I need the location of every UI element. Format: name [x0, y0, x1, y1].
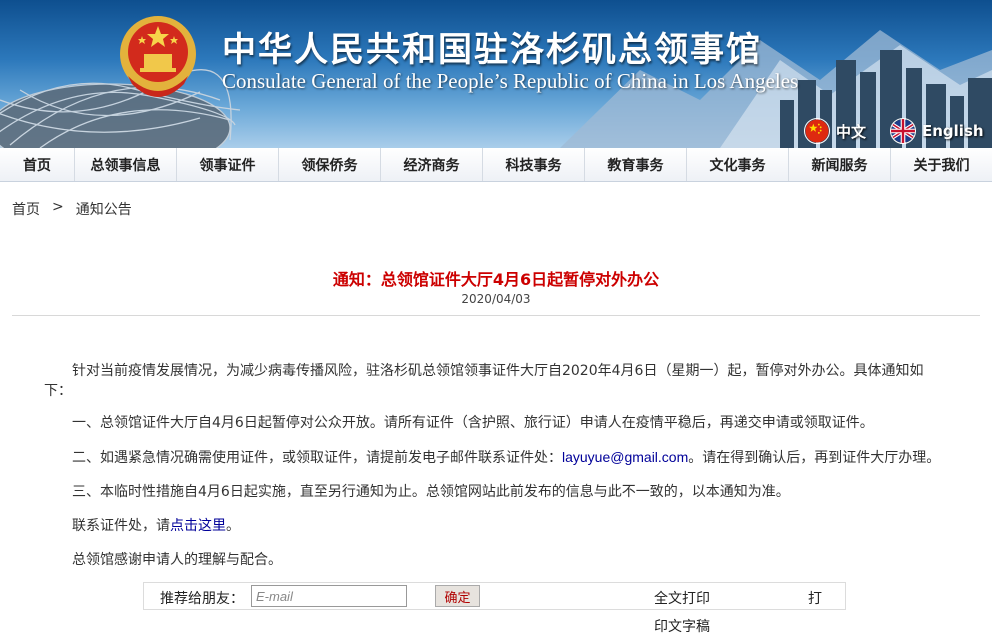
- breadcrumb-home-link[interactable]: 首页: [12, 199, 40, 219]
- nav-item-science-tech[interactable]: 科技事务: [483, 148, 585, 181]
- site-title-english: Consulate General of the People’s Republ…: [222, 69, 799, 93]
- nav-item-education[interactable]: 教育事务: [585, 148, 687, 181]
- language-english-label: English: [922, 122, 984, 140]
- language-english-link[interactable]: English: [890, 118, 984, 144]
- print-text-link-start[interactable]: 打: [808, 588, 822, 608]
- print-full-text-link[interactable]: 全文打印: [654, 588, 710, 608]
- title-divider: [12, 315, 980, 316]
- friend-email-input[interactable]: [251, 585, 407, 607]
- thanks-paragraph: 总领馆感谢申请人的理解与配合。: [72, 552, 282, 568]
- nav-item-culture[interactable]: 文化事务: [687, 148, 789, 181]
- nav-item-consular-documents[interactable]: 领事证件: [177, 148, 279, 181]
- paragraph-2-text-after: 。请在得到确认后，再到证件大厅办理。: [688, 450, 941, 466]
- article-body: 针对当前疫情发展情况，为减少病毒传播风险，驻洛杉矶总领馆领事证件大厅自2020年…: [44, 361, 946, 584]
- national-emblem-icon: [120, 16, 196, 97]
- language-chinese-link[interactable]: 中文: [804, 118, 866, 144]
- uk-flag-icon: [890, 118, 916, 144]
- nav-item-economy-commerce[interactable]: 经济商务: [381, 148, 483, 181]
- paragraph-2-text-before: 二、如遇紧急情况确需使用证件，或领取证件，请提前发电子邮件联系证件处：: [72, 450, 562, 466]
- contact-text-before: 联系证件处，请: [72, 518, 170, 534]
- language-chinese-label: 中文: [836, 122, 867, 141]
- article-paragraph-2: 二、如遇紧急情况确需使用证件，或领取证件，请提前发电子邮件联系证件处：layuy…: [44, 447, 946, 468]
- article-paragraph-1: 一、总领馆证件大厅自4月6日起暂停对公众开放。请所有证件（含护照、旅行证）申请人…: [72, 415, 874, 431]
- site-title-chinese: 中华人民共和国驻洛杉矶总领事馆: [222, 30, 762, 70]
- confirm-button[interactable]: 确定: [435, 585, 480, 607]
- breadcrumb: 首页 > 通知公告: [12, 199, 132, 219]
- print-text-link-end[interactable]: 印文字稿: [654, 616, 710, 636]
- email-link[interactable]: layuyue@gmail.com: [562, 449, 688, 465]
- site-banner: 中华人民共和国驻洛杉矶总领事馆 Consulate General of the…: [0, 0, 992, 148]
- nav-item-home[interactable]: 首页: [0, 148, 75, 181]
- nav-item-about-us[interactable]: 关于我们: [891, 148, 992, 181]
- china-flag-icon: [804, 118, 830, 144]
- article-intro-paragraph: 针对当前疫情发展情况，为减少病毒传播风险，驻洛杉矶总领馆领事证件大厅自2020年…: [44, 363, 924, 399]
- click-here-link[interactable]: 点击这里: [170, 518, 226, 534]
- nav-item-protection-overseas[interactable]: 领保侨务: [279, 148, 381, 181]
- article-title: 通知：总领馆证件大厅4月6日起暂停对外办公: [332, 270, 660, 289]
- contact-text-after: 。: [226, 518, 240, 534]
- nav-item-consul-general-info[interactable]: 总领事信息: [75, 148, 177, 181]
- share-bar: 推荐给朋友： 确定 全文打印 打: [143, 582, 846, 610]
- contact-paragraph: 联系证件处，请点击这里。: [44, 516, 946, 536]
- recommend-to-friend-label: 推荐给朋友：: [160, 591, 244, 607]
- article-date: 2020/04/03: [461, 292, 531, 306]
- breadcrumb-separator: >: [52, 199, 64, 215]
- breadcrumb-current-link[interactable]: 通知公告: [76, 199, 132, 219]
- article-paragraph-3: 三、本临时性措施自4月6日起实施，直至另行通知为止。总领馆网站此前发布的信息与此…: [72, 484, 790, 500]
- main-nav: 首页 总领事信息 领事证件 领保侨务 经济商务 科技事务 教育事务 文化事务 新…: [0, 148, 992, 182]
- nav-item-news[interactable]: 新闻服务: [789, 148, 891, 181]
